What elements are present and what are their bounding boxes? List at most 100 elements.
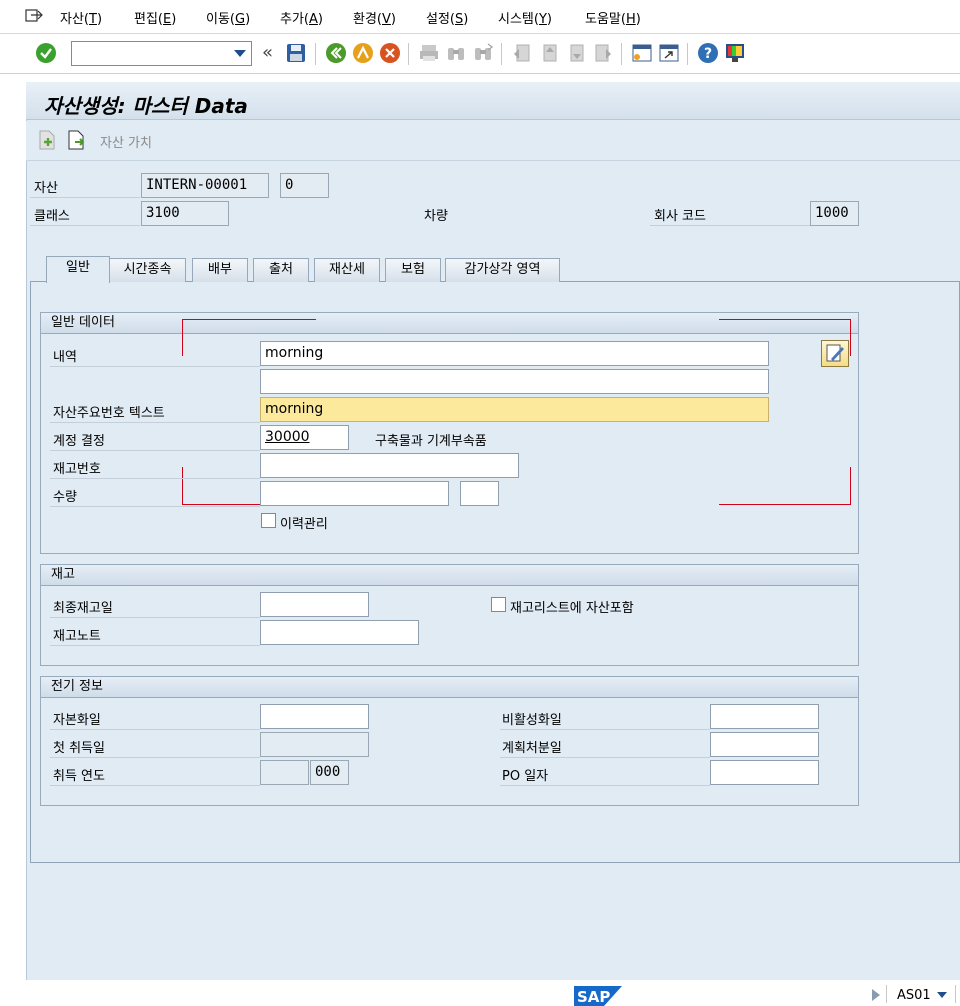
print-icon[interactable] — [417, 41, 441, 65]
chevron-down-icon[interactable] — [937, 992, 947, 998]
command-field[interactable] — [71, 41, 252, 66]
tab-net-worth-tax[interactable]: 재산세 — [314, 258, 380, 282]
unit-input[interactable] — [460, 481, 499, 506]
class-field: 3100 — [141, 201, 229, 226]
create-asset-icon[interactable] — [38, 130, 56, 150]
toolbar-separator — [621, 43, 622, 65]
new-session-icon[interactable] — [630, 41, 654, 65]
first-acquisition-label: 첫 취득일 — [53, 741, 105, 756]
focus-mark — [182, 319, 316, 320]
acquisition-period-field: 000 — [310, 760, 349, 785]
quantity-input[interactable] — [260, 481, 449, 506]
planned-retirement-input[interactable] — [710, 732, 819, 757]
label-underline — [500, 729, 710, 730]
customize-layout-icon[interactable] — [723, 41, 747, 65]
help-icon[interactable]: ? — [696, 41, 720, 65]
po-date-input[interactable] — [710, 760, 819, 785]
inventory-group: 재고 — [40, 564, 859, 666]
menu-item-settings[interactable]: 설정(S) — [426, 8, 468, 27]
description2-input[interactable] — [260, 369, 769, 394]
page-title: 자산생성: 마스터 Data — [44, 94, 248, 118]
description-input[interactable]: morning — [260, 341, 769, 366]
account-determination-label: 계정 결정 — [53, 434, 105, 449]
first-page-icon[interactable] — [510, 41, 534, 65]
label-underline — [50, 450, 260, 451]
status-expand-icon[interactable] — [872, 989, 880, 1001]
main-number-text-input[interactable]: morning — [260, 397, 769, 422]
inventory-number-input[interactable] — [260, 453, 519, 478]
back-icon[interactable] — [324, 41, 348, 65]
group-title: 일반 데이터 — [41, 313, 858, 334]
focus-mark — [182, 467, 183, 505]
label-underline — [30, 197, 140, 198]
save-icon[interactable] — [284, 41, 308, 65]
prev-page-icon[interactable] — [537, 41, 561, 65]
long-text-button[interactable] — [821, 340, 849, 367]
cancel-icon[interactable] — [378, 41, 402, 65]
group-title: 전기 정보 — [41, 677, 858, 698]
label-underline — [50, 645, 260, 646]
company-code-label: 회사 코드 — [654, 209, 706, 224]
status-bar — [0, 980, 960, 1006]
last-inventory-date-input[interactable] — [260, 592, 369, 617]
deactivation-on-input[interactable] — [710, 704, 819, 729]
check-icon[interactable] — [34, 41, 58, 65]
include-in-inventory-list-checkbox[interactable] — [491, 597, 506, 612]
application-toolbar: 자산 가치 — [26, 121, 960, 161]
menu-item-edit[interactable]: 편집(E) — [134, 8, 176, 27]
include-in-inventory-list-label: 재고리스트에 자산포함 — [510, 601, 634, 616]
svg-text:SAP: SAP — [577, 988, 610, 1006]
toolbar-separator — [315, 43, 316, 65]
copy-asset-icon[interactable] — [67, 130, 87, 150]
planned-retirement-label: 계획처분일 — [502, 741, 562, 756]
menu-item-environment[interactable]: 환경(V) — [353, 8, 396, 27]
menu-item-system[interactable]: 시스템(Y) — [498, 8, 552, 27]
status-separator — [955, 985, 956, 1003]
sap-logo: SAP — [574, 986, 622, 1006]
inventory-note-input[interactable] — [260, 620, 419, 645]
label-underline — [50, 757, 260, 758]
asset-subnumber-field: 0 — [280, 173, 329, 198]
find-icon[interactable] — [444, 41, 468, 65]
shortcut-icon[interactable] — [657, 41, 681, 65]
menu-item-asset[interactable]: 자산(T) — [60, 8, 102, 27]
company-code-field: 1000 — [810, 201, 859, 226]
chevron-down-icon[interactable] — [234, 50, 246, 57]
last-page-icon[interactable] — [591, 41, 615, 65]
tab-allocations[interactable]: 배부 — [192, 258, 248, 282]
edit-text-icon — [826, 344, 844, 362]
menu-exit-icon[interactable] — [24, 6, 44, 24]
focus-mark — [719, 504, 851, 505]
label-underline — [50, 506, 260, 507]
find-next-icon[interactable] — [471, 41, 495, 65]
acquisition-year-field — [260, 760, 309, 785]
inventory-number-label: 재고번호 — [53, 462, 101, 477]
toolbar-separator — [408, 43, 409, 65]
capitalized-on-input[interactable] — [260, 704, 369, 729]
next-page-icon[interactable] — [564, 41, 588, 65]
label-underline — [650, 225, 810, 226]
exit-icon[interactable] — [351, 41, 375, 65]
transaction-code: AS01 — [897, 988, 931, 1003]
menu-item-extras[interactable]: 추가(A) — [280, 8, 323, 27]
menu-bar: 자산(T) 편집(E) 이동(G) 추가(A) 환경(V) 설정(S) 시스템(… — [0, 0, 960, 34]
tab-depreciation-areas[interactable]: 감가상각 영역 — [445, 258, 560, 282]
account-determination-input[interactable]: 30000 — [260, 425, 349, 450]
label-underline — [50, 422, 260, 423]
last-inventory-date-label: 최종재고일 — [53, 601, 113, 616]
tab-insurance[interactable]: 보험 — [385, 258, 441, 282]
po-date-label: PO 일자 — [502, 769, 549, 784]
history-checkbox[interactable] — [261, 513, 276, 528]
tab-general[interactable]: 일반 — [46, 256, 110, 283]
asset-value-button[interactable]: 자산 가치 — [100, 132, 152, 151]
menu-item-help[interactable]: 도움말(H) — [585, 8, 641, 27]
tab-time-dependent[interactable]: 시간종속 — [109, 258, 186, 282]
label-underline — [50, 366, 260, 367]
tab-origin[interactable]: 출처 — [253, 258, 309, 282]
focus-mark — [182, 319, 183, 356]
collapse-toolbar-icon[interactable]: « — [262, 42, 273, 63]
svg-text:?: ? — [704, 46, 712, 62]
asset-label: 자산 — [34, 181, 58, 196]
menu-item-goto[interactable]: 이동(G) — [206, 8, 250, 27]
class-label: 클래스 — [34, 209, 70, 224]
